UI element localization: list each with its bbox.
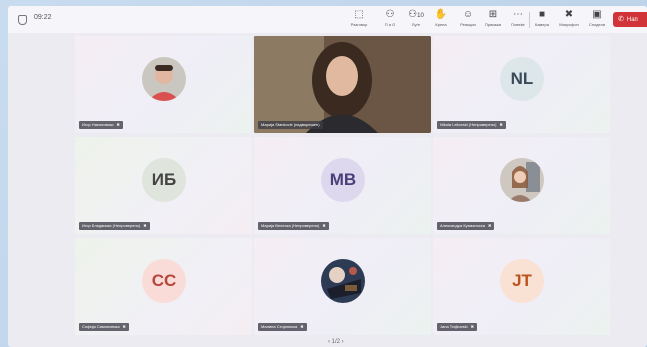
- leave-button[interactable]: ✆ Нап: [613, 12, 647, 27]
- participant-tile[interactable]: NL Nikola Lekovski (Непроверено) ✖: [433, 36, 610, 133]
- meeting-toolbar: 09:22 ⬚ Разговор ⚇ П и О ⚇10 Луѓе ✋ Крена ☺ Реакц…: [8, 6, 647, 33]
- avatar-photo: [500, 158, 544, 202]
- share-icon: ▣: [592, 9, 602, 20]
- participant-name: Александра Кузманоска: [440, 223, 485, 228]
- participant-name: Марија Stanković (надворешен): [261, 122, 320, 127]
- avatar-initials: JT: [500, 259, 544, 303]
- camera-button-label: Камера: [535, 22, 549, 27]
- participant-name-tag: Марија Велеска (Непроверено) ✖: [258, 222, 329, 230]
- participant-name-tag: Александра Кузманоска ✖: [437, 222, 495, 230]
- page-indicator[interactable]: ‹ 1/2 ›: [328, 339, 344, 345]
- mic-muted-icon: ✖: [143, 223, 147, 228]
- mic-muted-icon: ✖: [300, 324, 304, 329]
- participant-name-tag: Игор Бледвиски (Непроверено) ✖: [79, 222, 150, 230]
- participant-tile[interactable]: JT Jana Trajkovski ✖: [433, 238, 610, 335]
- participant-name: Игор Бледвиски (Непроверено): [82, 223, 141, 228]
- chat-icon: ⬚: [354, 9, 364, 20]
- leave-label: Нап: [626, 17, 638, 23]
- share-button[interactable]: ▣ Сподели: [582, 8, 612, 32]
- participant-name: Игор Николовски: [82, 122, 114, 127]
- shield-icon: [18, 15, 27, 25]
- participant-name-tag: Малина Стојаноска ✖: [258, 323, 307, 331]
- participant-tile[interactable]: Александра Кузманоска ✖: [433, 137, 610, 234]
- mic-muted-icon: ✖: [470, 324, 474, 329]
- meeting-timer: 09:22: [34, 14, 52, 21]
- share-button-label: Сподели: [588, 22, 606, 27]
- raise-hand-button[interactable]: ✋ Крена: [426, 8, 456, 32]
- teams-meeting-window: 09:22 ⬚ Разговор ⚇ П и О ⚇10 Луѓе ✋ Крена ☺ Реакц…: [8, 6, 647, 347]
- toolbar-divider: [529, 12, 530, 28]
- participant-name: Софија Симоновска: [82, 324, 120, 329]
- camera-icon: ■: [538, 9, 546, 20]
- participant-tile[interactable]: Игор Николовски ✖: [75, 36, 252, 133]
- participants-count: 10: [417, 13, 424, 19]
- participant-name: Jana Trajkovski: [440, 324, 468, 329]
- chat-button[interactable]: ⬚ Разговор: [344, 8, 374, 32]
- video-feed: [254, 36, 431, 133]
- mic-muted-icon: ✖: [487, 223, 492, 228]
- mic-muted-icon: ✖: [499, 122, 503, 127]
- participant-tile[interactable]: ИБ Игор Бледвиски (Непроверено) ✖: [75, 137, 252, 234]
- participant-name-tag: Марија Stanković (надворешен): [258, 121, 323, 129]
- participant-tile[interactable]: МВ Марија Велеска (Непроверено) ✖: [254, 137, 431, 234]
- participant-name: Nikola Lekovski (Непроверено): [440, 122, 497, 127]
- chat-button-label: Разговор: [350, 22, 368, 27]
- camera-button[interactable]: ■ Камера: [527, 8, 557, 32]
- avatar-initials: МВ: [321, 158, 365, 202]
- mic-button[interactable]: ✖ Микрофон: [554, 8, 584, 32]
- mic-muted-icon: ✖: [122, 324, 126, 329]
- mic-button-label: Микрофон: [559, 22, 579, 27]
- participant-name: Малина Стојаноска: [261, 324, 298, 329]
- raise-hand-button-label: Крена: [435, 22, 447, 27]
- avatar-initials: ИБ: [142, 158, 186, 202]
- avatar-photo: [321, 259, 365, 303]
- mic-muted-icon: ✖: [116, 122, 120, 127]
- participant-name-tag: Nikola Lekovski (Непроверено) ✖: [437, 121, 506, 129]
- hand-icon: ✋: [434, 9, 448, 20]
- participant-name-tag: Jana Trajkovski ✖: [437, 323, 477, 331]
- phone-icon: ✆: [618, 16, 624, 23]
- mic-muted-icon: ✖: [322, 223, 326, 228]
- avatar-initials: СС: [142, 259, 186, 303]
- avatar-photo: [142, 57, 186, 101]
- participant-tile[interactable]: Малина Стојаноска ✖: [254, 238, 431, 335]
- participant-name: Марија Велеска (Непроверено): [261, 223, 320, 228]
- avatar-initials: NL: [500, 57, 544, 101]
- mic-icon: ✖: [564, 9, 574, 20]
- participant-tile[interactable]: СС Софија Симоновска ✖: [75, 238, 252, 335]
- participant-name-tag: Игор Николовски ✖: [79, 121, 123, 129]
- participant-name-tag: Софија Симоновска ✖: [79, 323, 129, 331]
- participant-tile[interactable]: Марија Stanković (надворешен): [254, 36, 431, 133]
